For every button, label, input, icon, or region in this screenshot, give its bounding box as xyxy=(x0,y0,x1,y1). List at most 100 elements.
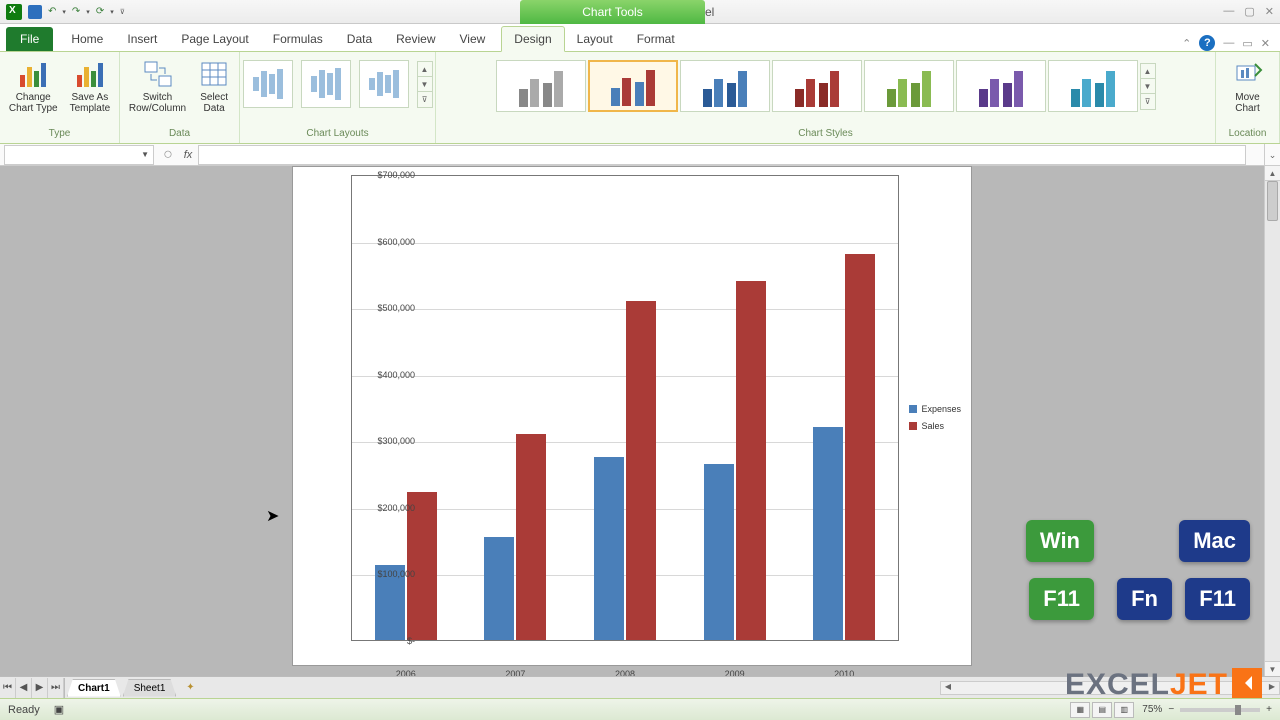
tab-layout[interactable]: Layout xyxy=(565,27,625,51)
formula-expand-icon[interactable]: ⌄ xyxy=(1264,144,1280,166)
chart-style-4[interactable] xyxy=(772,60,862,112)
select-data-button[interactable]: Select Data xyxy=(196,56,232,116)
view-normal-button[interactable]: ▦ xyxy=(1070,702,1090,718)
zoom-control: 75% − + xyxy=(1142,704,1272,715)
zoom-level[interactable]: 75% xyxy=(1142,704,1162,715)
sheet-tab-sheet1[interactable]: Sheet1 xyxy=(123,679,177,697)
gridline xyxy=(352,243,898,244)
sheet-tab-chart1[interactable]: Chart1 xyxy=(67,679,121,697)
style-gallery-scroll[interactable]: ▲▼⊽ xyxy=(1140,63,1156,110)
x-axis-label: 2008 xyxy=(570,669,680,676)
maximize-button[interactable]: ▢ xyxy=(1244,5,1254,18)
chart-bar-sales-2008[interactable] xyxy=(626,301,656,641)
overlay-fn-badge: Fn xyxy=(1117,578,1172,620)
legend-label-expenses: Expenses xyxy=(921,404,961,414)
overlay-mac-badge: Mac xyxy=(1179,520,1250,562)
switch-row-column-button[interactable]: Switch Row/Column xyxy=(127,56,188,116)
excel-icon[interactable] xyxy=(6,4,22,20)
tab-home[interactable]: Home xyxy=(59,27,115,51)
chart-style-7[interactable] xyxy=(1048,60,1138,112)
sheet-nav-prev[interactable]: ◀ xyxy=(16,678,32,698)
tab-format[interactable]: Format xyxy=(625,27,687,51)
chart-tools-contextual-tab: Chart Tools xyxy=(520,0,705,24)
sheet-nav-first[interactable]: ⏮ xyxy=(0,678,16,698)
tab-review[interactable]: Review xyxy=(384,27,447,51)
mouse-cursor: ➤ xyxy=(266,506,279,526)
qat-customize-icon[interactable]: ⊽ xyxy=(120,8,125,16)
scrollbar-thumb[interactable] xyxy=(1267,181,1278,221)
chart-bar-expenses-2009[interactable] xyxy=(704,464,734,640)
legend-label-sales: Sales xyxy=(921,421,944,431)
chart-style-5[interactable] xyxy=(864,60,954,112)
tab-view[interactable]: View xyxy=(448,27,498,51)
y-axis-label: $100,000 xyxy=(363,569,415,579)
chart-style-3[interactable] xyxy=(680,60,770,112)
file-tab[interactable]: File xyxy=(6,27,53,51)
y-axis-label: $700,000 xyxy=(363,170,415,180)
legend-swatch-expenses xyxy=(909,405,917,413)
x-axis-label: 2007 xyxy=(460,669,570,676)
chart-bar-expenses-2008[interactable] xyxy=(594,457,624,640)
fx-icon[interactable]: fx xyxy=(178,149,198,161)
layout-gallery-scroll[interactable]: ▲▼⊽ xyxy=(417,61,433,108)
chart-bar-sales-2010[interactable] xyxy=(845,254,875,640)
ribbon-group-data: Switch Row/Column Select Data Data xyxy=(120,52,240,143)
zoom-slider[interactable] xyxy=(1180,708,1260,712)
tab-formulas[interactable]: Formulas xyxy=(261,27,335,51)
view-buttons: ▦ ▤ ▥ xyxy=(1070,702,1134,718)
save-icon[interactable] xyxy=(28,5,42,19)
chart-bar-sales-2009[interactable] xyxy=(736,281,766,640)
sheet-nav-next[interactable]: ▶ xyxy=(32,678,48,698)
chart-bar-sales-2007[interactable] xyxy=(516,434,546,640)
chart-bar-sales-2006[interactable] xyxy=(407,492,437,640)
chart-layout-3[interactable] xyxy=(359,60,409,108)
chart-style-gallery: ▲▼⊽ xyxy=(494,56,1158,116)
cancel-formula-icon[interactable]: ○ xyxy=(158,146,178,164)
zoom-out-button[interactable]: − xyxy=(1168,704,1174,715)
change-chart-type-button[interactable]: Change Chart Type xyxy=(7,56,60,116)
chevron-down-icon: ▼ xyxy=(141,150,149,159)
view-page-layout-button[interactable]: ▤ xyxy=(1092,702,1112,718)
ribbon-tabs: File Home Insert Page Layout Formulas Da… xyxy=(0,24,1280,52)
chart-legend[interactable]: Expenses Sales xyxy=(909,399,961,436)
overlay-win-badge: Win xyxy=(1026,520,1094,562)
view-page-break-button[interactable]: ▥ xyxy=(1114,702,1134,718)
formula-bar: ▼ ○ fx ⌄ xyxy=(0,144,1280,166)
overlay-f11-mac-badge: F11 xyxy=(1185,578,1250,620)
new-sheet-button[interactable]: ✦ xyxy=(180,682,200,693)
plot-area[interactable] xyxy=(351,175,899,641)
macro-record-icon[interactable]: ▣ xyxy=(54,703,64,716)
formula-input[interactable] xyxy=(198,145,1246,165)
help-icon[interactable]: ? xyxy=(1199,35,1215,51)
ribbon-minimize-icon[interactable]: ⌃ xyxy=(1182,37,1191,50)
redo-icon[interactable]: ↷ xyxy=(72,6,80,17)
chart-style-2[interactable] xyxy=(588,60,678,112)
chart-bar-expenses-2010[interactable] xyxy=(813,427,843,640)
tab-insert[interactable]: Insert xyxy=(115,27,169,51)
chart-layout-2[interactable] xyxy=(301,60,351,108)
vertical-scrollbar[interactable]: ▲ ▼ xyxy=(1264,166,1280,676)
ribbon-group-chart-styles: ▲▼⊽ Chart Styles xyxy=(436,52,1216,143)
name-box[interactable]: ▼ xyxy=(4,145,154,165)
zoom-in-button[interactable]: + xyxy=(1266,704,1272,715)
tab-data[interactable]: Data xyxy=(335,27,384,51)
close-button[interactable]: ✕ xyxy=(1265,5,1274,18)
chart-object[interactable]: Expenses Sales $700,000$600,000$500,000$… xyxy=(292,166,972,666)
tab-design[interactable]: Design xyxy=(501,26,564,52)
table-icon xyxy=(198,58,230,90)
undo-icon[interactable]: ↶ xyxy=(48,6,56,17)
chart-style-6[interactable] xyxy=(956,60,1046,112)
doc-close-button[interactable]: ✕ xyxy=(1261,37,1270,50)
chart-layout-1[interactable] xyxy=(243,60,293,108)
chart-style-1[interactable] xyxy=(496,60,586,112)
doc-restore-button[interactable]: ▭ xyxy=(1242,37,1252,50)
chart-bar-expenses-2007[interactable] xyxy=(484,537,514,640)
refresh-icon[interactable]: ⟳ xyxy=(96,6,104,17)
sheet-nav: ⏮ ◀ ▶ ⏭ xyxy=(0,678,65,698)
tab-page-layout[interactable]: Page Layout xyxy=(169,27,260,51)
move-chart-button[interactable]: Move Chart xyxy=(1230,56,1266,116)
sheet-nav-last[interactable]: ⏭ xyxy=(48,678,64,698)
doc-minimize-button[interactable]: — xyxy=(1223,37,1234,49)
save-as-template-button[interactable]: Save As Template xyxy=(68,56,113,116)
minimize-button[interactable]: — xyxy=(1223,5,1234,18)
